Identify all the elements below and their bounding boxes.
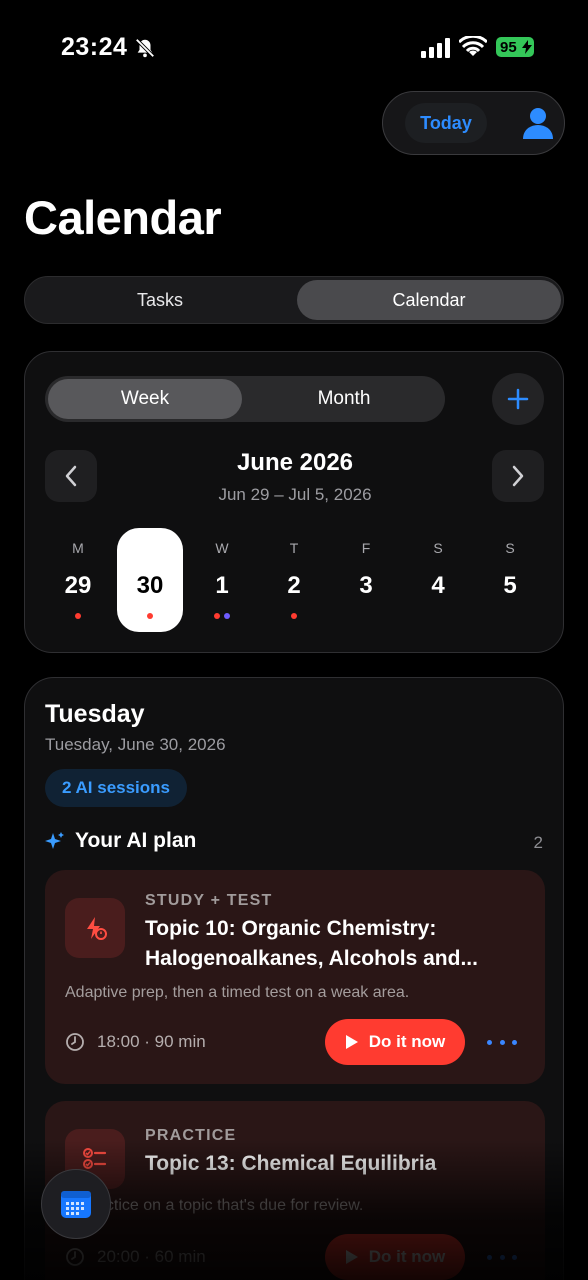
weekday-label: W <box>215 540 229 556</box>
add-event-button[interactable] <box>492 373 544 425</box>
task-card[interactable]: STUDY + TEST Topic 10: Organic Chemistry… <box>45 870 545 1084</box>
day-cell[interactable]: T 2 <box>261 528 327 632</box>
event-dot <box>291 613 297 619</box>
day-number: 4 <box>431 572 445 599</box>
checklist-icon <box>83 1148 107 1169</box>
day-cell[interactable]: S 5 <box>477 528 543 632</box>
task-name: Topic 13: Chemical Equilibria <box>145 1152 437 1175</box>
calendar-fab-button[interactable] <box>41 1169 111 1239</box>
task-name: Topic 10: Organic Chemistry: Halogenoalk… <box>145 917 478 970</box>
day-full-date: Tuesday, June 30, 2026 <box>45 735 226 754</box>
day-cell[interactable]: M 29 <box>45 528 111 632</box>
task-description: Adaptive prep, then a timed test on a we… <box>65 984 410 1001</box>
play-icon <box>345 1035 358 1049</box>
tab-calendar[interactable]: Calendar <box>297 280 561 320</box>
week-month-toggle: Week Month <box>45 376 445 422</box>
week-calendar-card: Week Month June 2026 Jun 29 – Jul 5, 202… <box>24 351 564 653</box>
event-dot <box>147 613 153 619</box>
do-it-now-label: Do it now <box>368 1032 446 1051</box>
tab-tasks[interactable]: Tasks <box>28 280 292 320</box>
event-dot <box>224 613 230 619</box>
event-dots <box>117 613 183 619</box>
profile-icon[interactable] <box>521 106 555 140</box>
day-number: 5 <box>503 572 517 599</box>
more-options-icon[interactable] <box>487 1247 517 1267</box>
task-card[interactable]: PRACTICE Topic 13: Chemical Equilibria .… <box>45 1101 545 1280</box>
battery-indicator: 95 <box>496 37 534 57</box>
weekday-label: F <box>361 540 371 556</box>
day-title: Tuesday <box>45 700 145 728</box>
week-option[interactable]: Week <box>48 379 242 419</box>
do-it-now-label: Do it now <box>368 1247 446 1266</box>
today-button[interactable]: Today <box>405 103 487 143</box>
signal-icon <box>421 38 450 58</box>
ai-sessions-badge[interactable]: 2 AI sessions <box>45 769 187 807</box>
view-segmented-control: Tasks Calendar <box>24 276 564 324</box>
task-time: 20:00 · 60 min <box>97 1247 206 1266</box>
task-kind: STUDY + TEST <box>145 892 273 909</box>
task-time: 18:00 · 90 min <box>97 1032 206 1051</box>
battery-level: 95 <box>500 38 517 56</box>
ai-plan-header: Your AI plan <box>45 829 196 853</box>
week-range: Jun 29 – Jul 5, 2026 <box>218 485 372 504</box>
plus-icon <box>507 388 529 410</box>
charging-icon <box>522 40 532 54</box>
day-cell[interactable]: W 1 <box>189 528 255 632</box>
day-number: 29 <box>64 572 92 599</box>
clock-icon <box>66 1248 84 1266</box>
play-icon <box>345 1250 358 1264</box>
event-dots <box>189 613 255 619</box>
top-actions: Today <box>382 91 565 155</box>
ai-plan-count: 2 <box>533 833 543 852</box>
day-cell[interactable]: S 4 <box>405 528 471 632</box>
more-options-icon[interactable] <box>487 1032 517 1052</box>
event-dots <box>45 613 111 619</box>
event-dot <box>75 613 81 619</box>
weekday-label: S <box>505 540 515 556</box>
event-dot <box>214 613 220 619</box>
day-cell[interactable]: F 3 <box>333 528 399 632</box>
calendar-grid-icon <box>61 1191 91 1218</box>
weekday-label: T <box>289 540 299 556</box>
day-cell-selected[interactable]: 30 <box>117 528 183 632</box>
day-number: 1 <box>215 572 229 599</box>
event-dots <box>261 613 327 619</box>
status-bar: 23:24 95 <box>0 0 588 96</box>
clock-icon <box>66 1033 84 1051</box>
do-it-now-button[interactable]: Do it now <box>325 1234 465 1280</box>
status-time: 23:24 <box>61 33 128 61</box>
wifi-icon <box>459 36 487 56</box>
sparkle-icon <box>45 832 64 849</box>
day-number: 3 <box>359 572 373 599</box>
month-option[interactable]: Month <box>245 379 443 419</box>
do-it-now-button[interactable]: Do it now <box>325 1019 465 1065</box>
page-title: Calendar <box>24 191 222 244</box>
month-title: June 2026 <box>236 449 354 476</box>
ai-plan-label: Your AI plan <box>75 829 197 852</box>
weekday-label: M <box>72 540 84 556</box>
task-icon-box <box>65 898 125 958</box>
lightning-timer-icon <box>87 917 107 940</box>
bell-muted-icon <box>135 38 155 58</box>
task-kind: PRACTICE <box>145 1127 237 1144</box>
day-number: 30 <box>136 572 164 599</box>
day-number: 2 <box>287 572 301 599</box>
weekday-label: S <box>433 540 443 556</box>
